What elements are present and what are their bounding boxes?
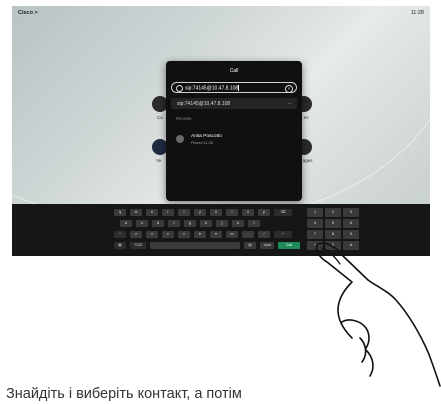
hand-pointer-illustration	[315, 242, 441, 387]
instruction-caption: Знайдіть і виберіть контакт, а потім	[6, 386, 242, 402]
